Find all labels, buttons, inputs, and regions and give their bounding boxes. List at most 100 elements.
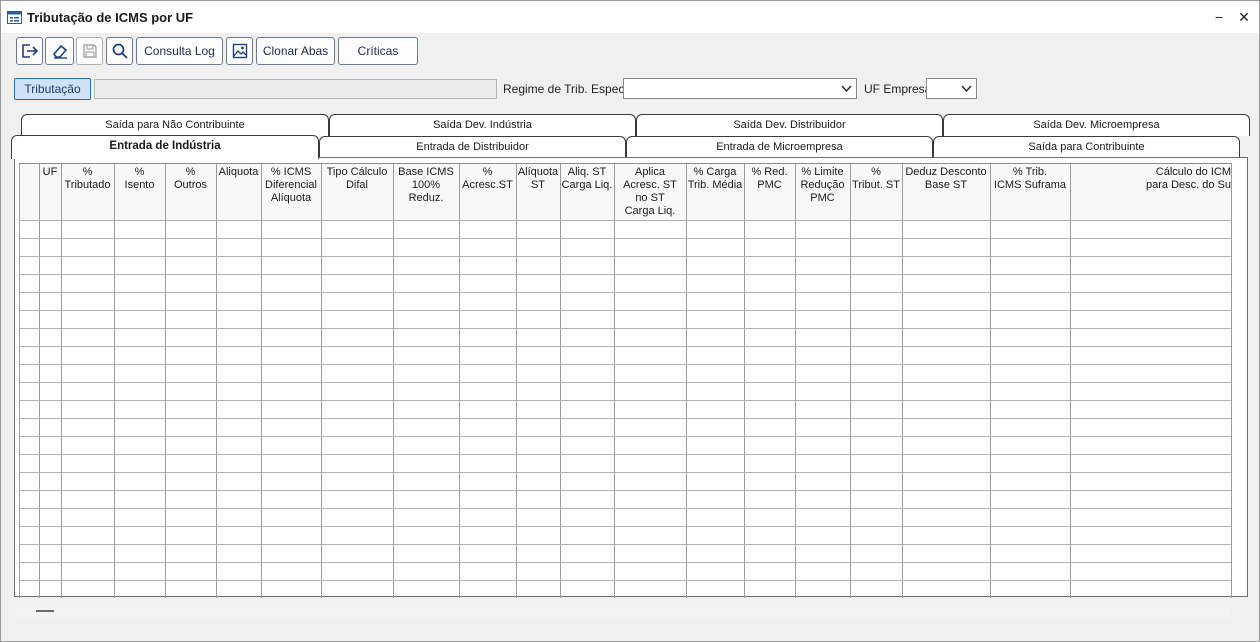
tab-saida-dev-microempresa[interactable]: Saída Dev. Microempresa	[943, 114, 1250, 136]
grid-row-line	[19, 346, 1231, 347]
column-header[interactable]: Cálculo do ICM para Desc. do Su	[1070, 166, 1231, 192]
main-window: Tributação de ICMS por UF − ✕ Consulta L…	[0, 0, 1260, 642]
tab-saida-dev-distribuidor[interactable]: Saída Dev. Distribuidor	[636, 114, 943, 136]
close-button[interactable]: ✕	[1234, 7, 1254, 27]
grid-column-line	[902, 163, 903, 598]
grid-column-line	[261, 163, 262, 598]
regime-label: Regime de Trib. Especial	[503, 82, 637, 96]
scrollbar-thumb[interactable]	[36, 610, 54, 612]
grid-column-line	[165, 163, 166, 598]
eraser-icon	[51, 43, 69, 59]
grid-column-line	[114, 163, 115, 598]
column-header[interactable]: Aliq. ST Carga Liq.	[560, 166, 614, 192]
consulta-log-button[interactable]: Consulta Log	[136, 37, 223, 65]
grid-row-line	[19, 454, 1231, 455]
grid-column-line	[1070, 163, 1071, 598]
column-header[interactable]: % Outros	[165, 166, 216, 192]
tributacao-field[interactable]	[94, 79, 497, 99]
grid-column-line	[393, 163, 394, 598]
tributacao-grid[interactable]: UF% Tributado% Isento% Outros Aliquota% I…	[14, 157, 1248, 598]
search-icon	[111, 42, 129, 60]
grid-column-line	[614, 163, 615, 598]
grid-column-line	[686, 163, 687, 598]
grid-row-line	[19, 472, 1231, 473]
grid-row-line	[19, 400, 1231, 401]
grid-column-line	[990, 163, 991, 598]
grid-row-line	[19, 580, 1231, 581]
column-header[interactable]: Aliquota	[216, 166, 261, 179]
image-icon	[232, 43, 248, 59]
grid-header-line	[19, 163, 1231, 164]
exit-icon	[21, 43, 39, 59]
grid-row-line	[19, 544, 1231, 545]
uf-empresa-label: UF Empresa	[864, 82, 932, 96]
column-header[interactable]: % Limite Redução PMC	[795, 166, 850, 205]
form-window-icon	[7, 11, 22, 24]
grid-row-line	[19, 256, 1231, 257]
column-header[interactable]: % Carga Trib. Média	[686, 166, 744, 192]
column-header[interactable]: % ICMS Diferencial Alíquota	[261, 166, 321, 205]
search-button[interactable]	[106, 37, 133, 65]
column-header[interactable]: % Red. PMC	[744, 166, 795, 192]
tab-saida-nao-contribuinte[interactable]: Saída para Não Contribuinte	[21, 114, 329, 136]
exit-button[interactable]	[16, 37, 43, 65]
tab-entrada-microempresa[interactable]: Entrada de Microempresa	[626, 136, 933, 158]
column-header[interactable]: Aplica Acresc. ST no ST Carga Liq.	[614, 166, 686, 218]
grid-column-line	[516, 163, 517, 598]
image-button[interactable]	[226, 37, 253, 65]
grid-row-line	[19, 364, 1231, 365]
grid-row-line	[19, 562, 1231, 563]
column-header[interactable]: Alíquota ST	[516, 166, 560, 192]
grid-column-line	[39, 163, 40, 598]
grid-row-line	[19, 274, 1231, 275]
grid-column-line	[560, 163, 561, 598]
column-header[interactable]: UF	[39, 166, 61, 179]
grid-row-line	[19, 490, 1231, 491]
grid-row-line	[19, 328, 1231, 329]
grid-row-line	[19, 238, 1231, 239]
clonar-abas-button[interactable]: Clonar Abas	[256, 37, 335, 65]
grid-row-line	[19, 508, 1231, 509]
save-icon	[82, 43, 98, 59]
column-header[interactable]: % Tributado	[61, 166, 114, 192]
column-header[interactable]: % Tribut. ST	[850, 166, 902, 192]
grid-row-line	[19, 220, 1231, 221]
grid-column-line	[216, 163, 217, 598]
uf-empresa-select[interactable]	[926, 78, 977, 99]
save-button[interactable]	[76, 37, 103, 65]
column-header[interactable]: % Acresc.ST	[459, 166, 516, 192]
tributacao-button[interactable]: Tributação	[14, 78, 91, 100]
grid-column-line	[459, 163, 460, 598]
chevron-down-icon	[961, 83, 972, 97]
tab-entrada-industria[interactable]: Entrada de Indústria	[11, 135, 319, 159]
grid-column-line	[61, 163, 62, 598]
tab-saida-dev-industria[interactable]: Saída Dev. Indústria	[329, 114, 636, 136]
chevron-down-icon	[841, 83, 852, 97]
grid-column-line	[795, 163, 796, 598]
grid-column-line	[850, 163, 851, 598]
grid-row-line	[19, 418, 1231, 419]
grid-row-line	[19, 436, 1231, 437]
column-header[interactable]: % Isento	[114, 166, 165, 192]
column-header[interactable]: Deduz Desconto Base ST	[902, 166, 990, 192]
window-title: Tributação de ICMS por UF	[27, 10, 194, 25]
tab-entrada-distribuidor[interactable]: Entrada de Distribuidor	[319, 136, 626, 158]
grid-column-line	[321, 163, 322, 598]
grid-row-line	[19, 526, 1231, 527]
column-header[interactable]: Tipo Cálculo Difal	[321, 166, 393, 192]
clear-button[interactable]	[45, 37, 74, 65]
criticas-button[interactable]: Críticas	[338, 37, 418, 65]
grid-column-line	[1231, 163, 1232, 598]
regime-select[interactable]	[623, 78, 857, 99]
grid-row-line	[19, 292, 1231, 293]
grid-column-line	[19, 163, 20, 598]
grid-row-line	[19, 382, 1231, 383]
horizontal-scrollbar[interactable]	[16, 603, 1231, 619]
column-header[interactable]: Base ICMS 100% Reduz.	[393, 166, 459, 205]
column-header[interactable]: % Trib. ICMS Suframa	[990, 166, 1070, 192]
minimize-button[interactable]: −	[1209, 7, 1229, 27]
tab-saida-contribuinte[interactable]: Saída para Contribuinte	[933, 136, 1240, 158]
grid-row-line	[19, 310, 1231, 311]
title-bar: Tributação de ICMS por UF − ✕	[1, 1, 1259, 33]
grid-column-line	[744, 163, 745, 598]
